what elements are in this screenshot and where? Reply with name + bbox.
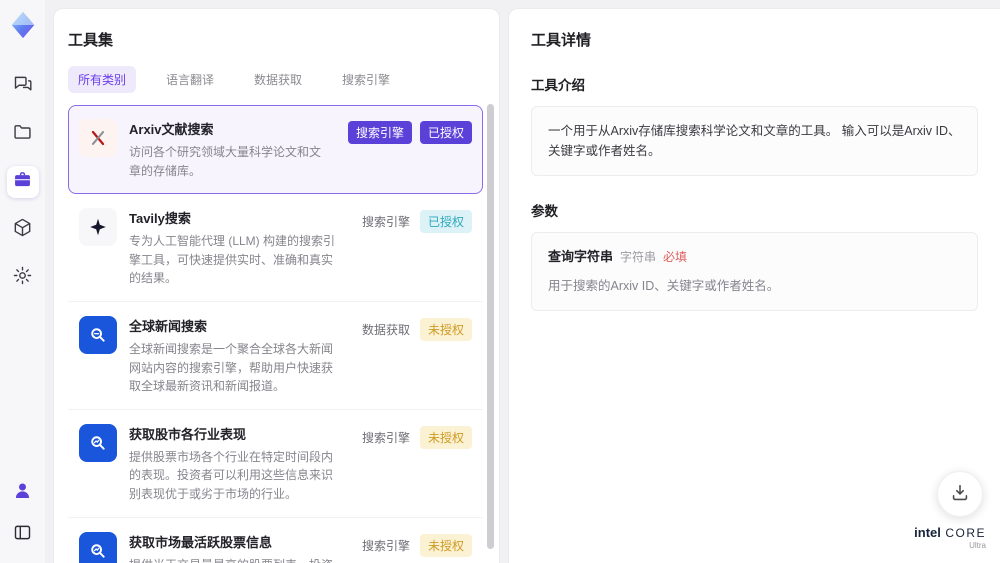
params-heading: 参数: [531, 204, 558, 219]
tool-category-badge: 搜索引擎: [347, 121, 412, 144]
param-description: 用于搜索的Arxiv ID、关键字或作者姓名。: [548, 278, 780, 293]
params-box: 查询字符串 字符串 必填用于搜索的Arxiv ID、关键字或作者姓名。: [531, 232, 978, 311]
tool-list-panel: 工具集 所有类别 语言翻译 数据获取 搜索引擎 Arxiv文献搜索 访问各个研究…: [53, 8, 500, 563]
rail-item-briefcase[interactable]: [6, 166, 39, 198]
category-tab[interactable]: 数据获取: [244, 66, 312, 93]
tool-card[interactable]: 获取市场最活跃股票信息 提供当天交易量最高的股票列表，投资者可以利用这些信息来识…: [68, 517, 483, 563]
rail-item-chat[interactable]: [7, 70, 39, 102]
category-tab[interactable]: 所有类别: [68, 66, 137, 93]
rail-item-user[interactable]: [7, 477, 39, 509]
tool-card[interactable]: Arxiv文献搜索 访问各个研究领域大量科学论文和文章的存储库。 搜索引擎 已授…: [68, 105, 483, 195]
tool-category-badge: 搜索引擎: [361, 215, 410, 230]
brand-sub: Ultra: [969, 541, 986, 551]
rail-item-panel-toggle[interactable]: [7, 519, 39, 551]
intro-box: 一个用于从Arxiv存储库搜索科学论文和文章的工具。 输入可以是Arxiv ID…: [531, 106, 978, 176]
intel-core-logo: intel CORE Ultra: [914, 524, 986, 551]
tool-category-badge: 搜索引擎: [361, 538, 410, 553]
tool-description: 提供股票市场各个行业在特定时间段内的表现。投资者可以利用这些信息来识别表现优于或…: [129, 449, 334, 501]
folder-icon: [12, 121, 33, 147]
tool-name: 获取股市各行业表现: [129, 426, 247, 442]
detail-title: 工具详情: [531, 32, 592, 49]
tool-card[interactable]: 全球新闻搜索 全球新闻搜索是一个聚合全球各大新闻网站内容的搜索引擎，帮助用户快速…: [68, 301, 483, 410]
tool-description: 全球新闻搜索是一个聚合全球各大新闻网站内容的搜索引擎，帮助用户快速获取全球最新资…: [129, 341, 334, 394]
tool-auth-badge: 已授权: [419, 210, 472, 234]
tool-detail-panel: 工具详情 工具介绍 一个用于从Arxiv存储库搜索科学论文和文章的工具。 输入可…: [508, 8, 1000, 563]
brand-word-intel: intel: [914, 524, 941, 540]
tool-card[interactable]: Tavily搜索 专为人工智能代理 (LLM) 构建的搜索引擎工具，可快速提供实…: [68, 194, 483, 302]
rail-bottom-items: [7, 477, 39, 551]
tool-auth-badge: 未授权: [419, 425, 472, 449]
tool-auth-badge: 已授权: [419, 121, 472, 144]
scrollbar[interactable]: [487, 104, 494, 549]
tool-name: Tavily搜索: [129, 211, 191, 227]
tool-category-badge: 搜索引擎: [361, 430, 410, 445]
intro-heading: 工具介绍: [531, 78, 585, 93]
param-required-badge: 必填: [663, 250, 688, 264]
tool-description: 专为人工智能代理 (LLM) 构建的搜索引擎工具，可快速提供实时、准确和真实的结…: [129, 234, 336, 286]
stock-search-icon: [79, 423, 117, 462]
arxiv-icon: [79, 119, 117, 157]
tool-name: 获取市场最活跃股票信息: [129, 534, 273, 550]
app-logo diamond-logo-icon[interactable]: [8, 10, 38, 40]
tool-auth-badge: 未授权: [419, 317, 472, 341]
rail-item-cube[interactable]: [7, 214, 39, 246]
tool-description: 提供当天交易量最高的股票列表，投资者可以利用这些信息来识别流动性强的股票和潜在的…: [129, 556, 344, 563]
tool-description: 访问各个研究领域大量科学论文和文章的存储库。: [129, 145, 322, 178]
param-header: 查询字符串 字符串 必填: [548, 247, 961, 268]
news-search-icon: [79, 315, 117, 354]
briefcase-icon: [12, 169, 33, 195]
tool-name: Arxiv文献搜索: [129, 122, 214, 137]
download-icon: [949, 482, 971, 507]
category-tab[interactable]: 语言翻译: [156, 66, 224, 93]
page-title: 工具集: [68, 32, 114, 49]
tool-auth-badge: 未授权: [419, 533, 472, 557]
tool-name: 全球新闻搜索: [129, 318, 208, 334]
chat-icon: [12, 73, 33, 99]
brand-word-core: CORE: [945, 525, 986, 540]
rail-item-folder[interactable]: [7, 118, 39, 150]
category-tab[interactable]: 搜索引擎: [332, 66, 400, 93]
category-tabs: 所有类别 语言翻译 数据获取 搜索引擎: [68, 66, 483, 93]
gear-icon: [12, 265, 33, 291]
tool-card[interactable]: 获取股市各行业表现 提供股票市场各个行业在特定时间段内的表现。投资者可以利用这些…: [68, 409, 483, 518]
panel-toggle-icon: [12, 522, 33, 548]
rail-item-gear[interactable]: [7, 262, 39, 294]
stock-search-icon: [79, 531, 117, 563]
cube-icon: [12, 217, 33, 243]
user-icon: [12, 480, 33, 506]
download-button[interactable]: [937, 471, 983, 517]
rail-nav-items: [6, 70, 39, 294]
param-type: 字符串: [620, 250, 657, 264]
tool-category-badge: 数据获取: [361, 322, 410, 337]
param-name: 查询字符串: [548, 249, 614, 264]
left-icon-rail: [0, 0, 45, 563]
tavily-icon: [79, 208, 117, 247]
tool-list: Arxiv文献搜索 访问各个研究领域大量科学论文和文章的存储库。 搜索引擎 已授…: [68, 105, 483, 563]
